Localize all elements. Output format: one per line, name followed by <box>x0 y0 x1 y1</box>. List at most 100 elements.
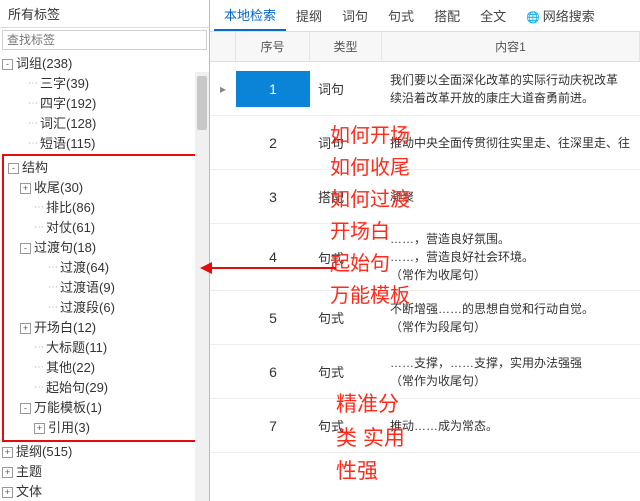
scrollbar[interactable] <box>195 72 209 501</box>
main-panel: 本地检索 提纲 词句 句式 搭配 全文 🌐网络搜索 序号 类型 内容1 ▸1词句… <box>210 0 640 501</box>
row-content: 我们要以全面深化改革的实际行动庆祝改革续沿着改革开放的康庄大道奋勇前进。 <box>382 65 640 113</box>
node-label[interactable]: 文体 <box>16 483 42 501</box>
node-count: (1) <box>86 399 102 417</box>
node-label[interactable]: 过渡句 <box>34 239 73 257</box>
node-count: (29) <box>85 379 108 397</box>
globe-icon: 🌐 <box>526 12 540 24</box>
tree-node[interactable]: +主题 <box>0 462 209 482</box>
row-indicator-icon <box>210 251 236 263</box>
node-label[interactable]: 过渡语 <box>60 279 99 297</box>
collapse-icon[interactable]: - <box>20 403 31 414</box>
table-row[interactable]: 6句式……支撑，……支撑，实用办法强强（常作为收尾句） <box>210 345 640 399</box>
tree-node[interactable]: +收尾 (30) <box>6 178 203 198</box>
node-count: (86) <box>72 199 95 217</box>
expand-icon[interactable]: + <box>20 323 31 334</box>
tree-node[interactable]: ⋯对仗 (61) <box>6 218 203 238</box>
collapse-icon[interactable]: - <box>20 243 31 254</box>
tab-collocation[interactable]: 搭配 <box>424 1 470 30</box>
tag-tree: -词组 (238)⋯三字 (39)⋯四字 (192)⋯词汇 (128)⋯短语 (… <box>0 52 209 501</box>
table-row[interactable]: 7句式推动……成为常态。 <box>210 399 640 453</box>
node-label[interactable]: 提纲 <box>16 443 42 461</box>
node-count: (12) <box>73 319 96 337</box>
expand-icon[interactable]: + <box>2 487 13 498</box>
tab-fulltext[interactable]: 全文 <box>470 1 516 30</box>
table-row[interactable]: 5句式不断增强……的思想自觉和行动自觉。（常作为段尾句） <box>210 291 640 345</box>
node-label[interactable]: 过渡段 <box>60 299 99 317</box>
node-label[interactable]: 短语 <box>40 135 66 153</box>
tree-node[interactable]: ⋯大标题 (11) <box>6 338 203 358</box>
tab-local-search[interactable]: 本地检索 <box>214 0 286 31</box>
tree-node[interactable]: ⋯词汇 (128) <box>0 114 209 134</box>
table-row[interactable]: 4句式……，营造良好氛围。……，营造良好社会环境。（常作为收尾句） <box>210 224 640 291</box>
row-type: 句式 <box>310 356 382 387</box>
node-count: (18) <box>73 239 96 257</box>
header-num[interactable]: 序号 <box>236 32 310 61</box>
node-label[interactable]: 排比 <box>46 199 72 217</box>
expand-icon[interactable]: + <box>2 447 13 458</box>
table-row[interactable]: 2词句推动中央全面传贯彻往实里走、往深里走、往 <box>210 116 640 170</box>
row-number: 4 <box>236 243 310 271</box>
tree-node[interactable]: ⋯过渡段 (6) <box>6 298 203 318</box>
search-input[interactable] <box>2 30 207 50</box>
tree-node[interactable]: ⋯其他 (22) <box>6 358 203 378</box>
tree-node[interactable]: ⋯排比 (86) <box>6 198 203 218</box>
expand-icon[interactable]: + <box>34 423 45 434</box>
node-count: (128) <box>66 115 96 133</box>
node-label[interactable]: 四字 <box>40 95 66 113</box>
node-label[interactable]: 起始句 <box>46 379 85 397</box>
node-count: (30) <box>60 179 83 197</box>
tree-node[interactable]: +开场白 (12) <box>6 318 203 338</box>
scroll-thumb[interactable] <box>197 76 207 130</box>
row-number: 1 <box>236 71 310 107</box>
node-label[interactable]: 大标题 <box>46 339 85 357</box>
node-label[interactable]: 主题 <box>16 463 42 481</box>
tree-node[interactable]: +文体 <box>0 482 209 501</box>
tree-node[interactable]: ⋯起始句 (29) <box>6 378 203 398</box>
node-label[interactable]: 开场白 <box>34 319 73 337</box>
node-label[interactable]: 结构 <box>22 159 48 177</box>
row-number: 3 <box>236 183 310 211</box>
node-label[interactable]: 过渡 <box>60 259 86 277</box>
row-content: ……支撑，……支撑，实用办法强强（常作为收尾句） <box>382 348 640 396</box>
collapse-icon[interactable]: - <box>2 59 13 70</box>
node-label[interactable]: 万能模板 <box>34 399 86 417</box>
tab-outline[interactable]: 提纲 <box>286 1 332 30</box>
highlighted-group: -结构+收尾 (30)⋯排比 (86)⋯对仗 (61)-过渡句 (18)⋯过渡 … <box>2 154 207 442</box>
node-count: (115) <box>66 135 95 153</box>
tab-all-tags[interactable]: 所有标签 <box>0 0 68 27</box>
tree-node[interactable]: -词组 (238) <box>0 54 209 74</box>
collapse-icon[interactable]: - <box>8 163 19 174</box>
tree-node[interactable]: ⋯过渡语 (9) <box>6 278 203 298</box>
node-count: (61) <box>72 219 95 237</box>
node-label[interactable]: 三字 <box>40 75 66 93</box>
node-label[interactable]: 对仗 <box>46 219 72 237</box>
header-content[interactable]: 内容1 <box>382 32 640 61</box>
tab-sentence[interactable]: 句式 <box>378 1 424 30</box>
expand-icon[interactable]: + <box>2 467 13 478</box>
node-label[interactable]: 其他 <box>46 359 72 377</box>
node-count: (64) <box>86 259 109 277</box>
node-label[interactable]: 收尾 <box>34 179 60 197</box>
table-row[interactable]: 3搭配凝聚 <box>210 170 640 224</box>
tree-node[interactable]: -结构 <box>6 158 203 178</box>
table-row[interactable]: ▸1词句我们要以全面深化改革的实际行动庆祝改革续沿着改革开放的康庄大道奋勇前进。 <box>210 62 640 116</box>
tree-node[interactable]: ⋯三字 (39) <box>0 74 209 94</box>
tree-node[interactable]: +提纲 (515) <box>0 442 209 462</box>
tree-node[interactable]: -过渡句 (18) <box>6 238 203 258</box>
row-indicator-icon <box>210 191 236 203</box>
tree-node[interactable]: ⋯过渡 (64) <box>6 258 203 278</box>
row-number: 5 <box>236 304 310 332</box>
row-content: 推动中央全面传贯彻往实里走、往深里走、往 <box>382 128 640 158</box>
tab-web-search[interactable]: 🌐网络搜索 <box>516 1 605 30</box>
node-label[interactable]: 词汇 <box>40 115 66 133</box>
header-type[interactable]: 类型 <box>310 32 382 61</box>
node-label[interactable]: 引用 <box>48 419 74 437</box>
tree-node[interactable]: +引用 (3) <box>6 418 203 438</box>
tab-words[interactable]: 词句 <box>332 1 378 30</box>
tree-node[interactable]: ⋯短语 (115) <box>0 134 209 154</box>
tree-node[interactable]: -万能模板 (1) <box>6 398 203 418</box>
tree-node[interactable]: ⋯四字 (192) <box>0 94 209 114</box>
expand-icon[interactable]: + <box>20 183 31 194</box>
node-label[interactable]: 词组 <box>16 55 42 73</box>
sidebar: 所有标签 -词组 (238)⋯三字 (39)⋯四字 (192)⋯词汇 (128)… <box>0 0 210 501</box>
